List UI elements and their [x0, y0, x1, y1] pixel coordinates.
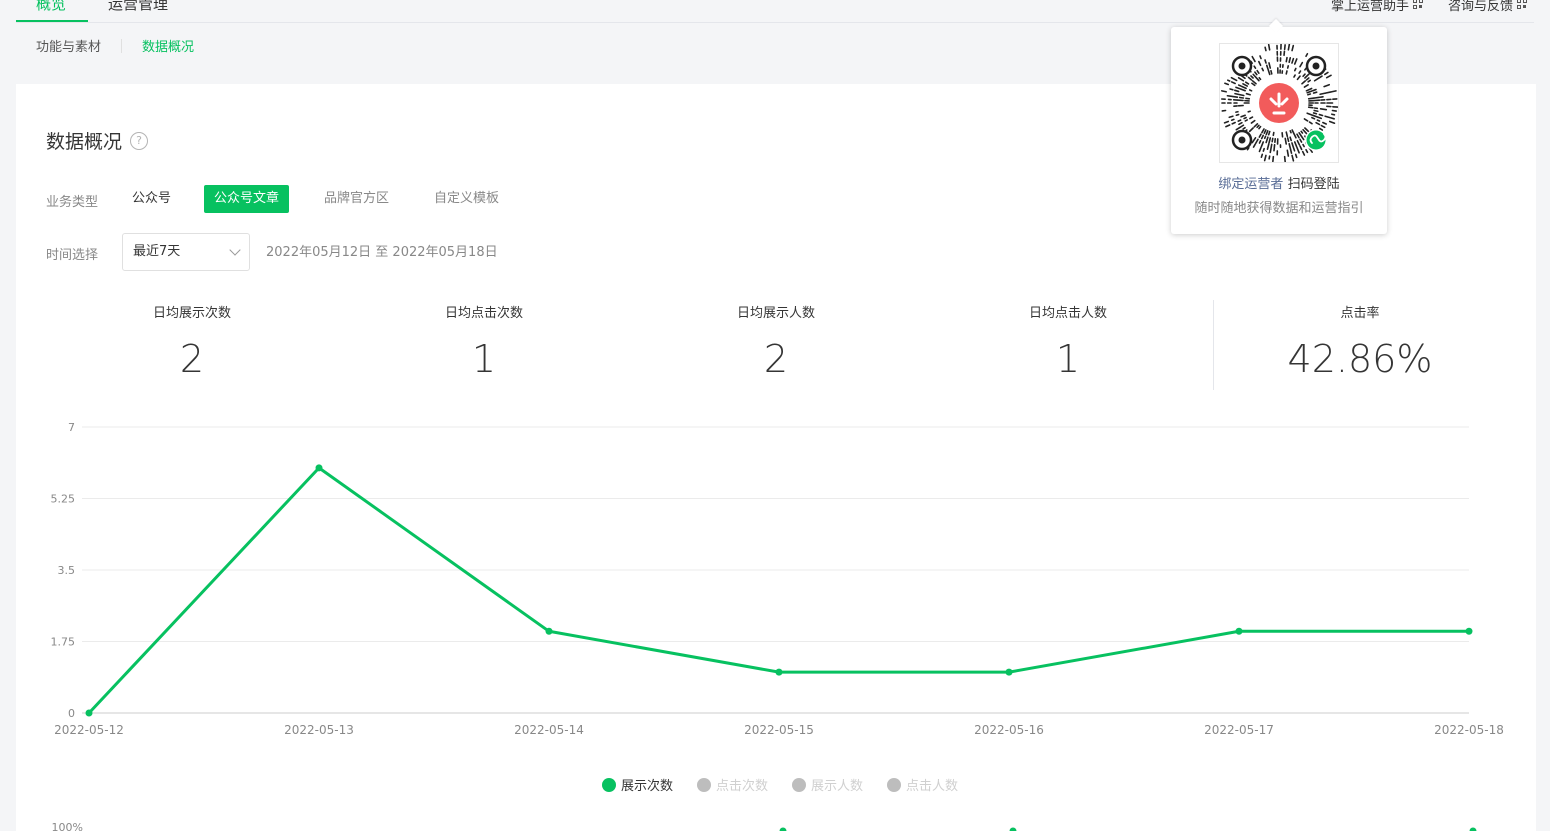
tab-overview[interactable]: 概览	[36, 0, 66, 14]
biz-type-custom-template[interactable]: 自定义模板	[424, 185, 509, 213]
data-point	[1469, 827, 1477, 831]
data-point	[1235, 627, 1243, 635]
legend-dot-icon	[602, 777, 616, 792]
biz-type-official-account[interactable]: 公众号	[122, 185, 181, 213]
stat-divider	[1213, 300, 1214, 390]
legend-dot-icon	[887, 777, 902, 792]
popover-title: 绑定运营者 扫码登陆	[1171, 173, 1387, 192]
page-title: 数据概况	[46, 131, 123, 153]
stat-value: 2	[763, 337, 789, 381]
x-tick-label: 2022-05-16	[974, 723, 1044, 737]
feedback-label: 咨询与反馈	[1448, 0, 1514, 14]
legend-item[interactable]: 展示次数	[602, 775, 673, 794]
stat-ctr: 点击率 42.86%	[1250, 302, 1470, 381]
bind-operator-text: 绑定运营者	[1218, 177, 1284, 192]
sub-nav: 功能与素材 数据概况	[36, 36, 194, 55]
y-tick-label: 1.75	[51, 636, 76, 649]
sub-nav-features[interactable]: 功能与素材	[36, 36, 101, 55]
data-point	[775, 668, 783, 676]
time-select-label: 时间选择	[46, 248, 99, 263]
date-range-text: 2022年05月12日 至 2022年05月18日	[266, 245, 498, 260]
data-point	[1005, 668, 1013, 676]
popover-subtitle: 随时随地获得数据和运营指引	[1194, 201, 1364, 216]
y-tick-label: 0	[68, 707, 75, 720]
stat-label: 日均展示次数	[152, 306, 231, 321]
y-tick-label: 5.25	[51, 493, 76, 506]
qr-code-icon	[1517, 0, 1528, 10]
y-tick-label: 7	[68, 421, 75, 434]
x-tick-label: 2022-05-18	[1434, 723, 1504, 737]
stat-avg-impressions: 日均展示次数 2	[82, 302, 302, 381]
assistant-link[interactable]: 掌上运营助手	[1331, 0, 1424, 14]
stat-label: 日均点击人数	[1028, 306, 1107, 321]
stat-avg-click-users: 日均点击人数 1	[958, 302, 1178, 381]
legend-label: 点击人数	[906, 779, 959, 794]
assistant-label: 掌上运营助手	[1331, 0, 1410, 14]
top-divider	[16, 22, 1534, 23]
chevron-down-icon	[229, 244, 241, 256]
help-icon[interactable]: ?	[130, 131, 149, 150]
time-range-select[interactable]: 最近7天	[122, 233, 250, 271]
legend-label: 点击次数	[716, 779, 769, 794]
legend-item[interactable]: 展示人数	[792, 775, 863, 794]
data-point	[85, 709, 93, 717]
data-point	[315, 464, 323, 472]
legend-dot-icon	[792, 777, 807, 792]
biz-type-article[interactable]: 公众号文章	[204, 185, 290, 213]
qr-code-image	[1221, 43, 1339, 164]
feedback-link[interactable]: 咨询与反馈	[1448, 0, 1528, 14]
trend-line-chart: 0 1.75 3.5 5.25 7 2022-05-12 2022-05-13 2022-05…	[51, 421, 1504, 831]
stat-value: 1	[471, 337, 497, 381]
legend-label: 展示次数	[621, 779, 674, 794]
qr-login-popover: 绑定运营者 扫码登陆 随时随地获得数据和运营指引	[1171, 18, 1387, 234]
biz-type-brand-zone[interactable]: 品牌官方区	[314, 185, 399, 213]
tab-operations[interactable]: 运营管理	[108, 0, 168, 14]
time-range-value: 最近7天	[133, 244, 181, 259]
stat-label: 日均点击次数	[444, 306, 523, 321]
x-tick-label: 2022-05-13	[284, 723, 354, 737]
x-tick-label: 2022-05-17	[1204, 723, 1274, 737]
biz-type-label: 业务类型	[46, 195, 99, 210]
mini-program-qr-code	[1219, 43, 1339, 164]
data-point	[545, 627, 553, 635]
stat-label: 点击率	[1340, 306, 1380, 321]
top-tab-bar: 概览 运营管理 掌上运营助手 咨询与反馈	[0, 0, 1550, 24]
legend-item[interactable]: 点击次数	[697, 775, 768, 794]
x-tick-label: 2022-05-12	[54, 723, 124, 737]
stat-value: 1	[1055, 337, 1081, 381]
legend-dot-icon	[697, 777, 712, 792]
sub-nav-data-overview[interactable]: 数据概况	[142, 36, 194, 55]
data-point	[1465, 627, 1473, 635]
legend-item[interactable]: 点击人数	[887, 775, 958, 794]
x-tick-label: 2022-05-14	[514, 723, 584, 737]
data-point	[1009, 827, 1017, 831]
scan-login-text: 扫码登陆	[1287, 177, 1340, 192]
stat-value: 42.86%	[1287, 337, 1433, 381]
sub-nav-divider	[121, 38, 123, 53]
stat-avg-clicks: 日均点击次数 1	[374, 302, 594, 381]
legend-label: 展示人数	[811, 779, 864, 794]
title-row: 数据概况 ?	[46, 127, 149, 154]
y-tick-label: 100%	[52, 821, 83, 831]
chart-legend: 展示次数 点击次数 展示人数 点击人数	[602, 775, 982, 794]
y-tick-label: 3.5	[58, 564, 76, 577]
stat-value: 2	[179, 337, 205, 381]
series-line-impressions	[87, 466, 1469, 715]
data-point	[779, 827, 787, 831]
stat-avg-impression-users: 日均展示人数 2	[666, 302, 886, 381]
stat-label: 日均展示人数	[736, 306, 815, 321]
qr-code-icon	[1413, 0, 1424, 10]
x-tick-label: 2022-05-15	[744, 723, 814, 737]
